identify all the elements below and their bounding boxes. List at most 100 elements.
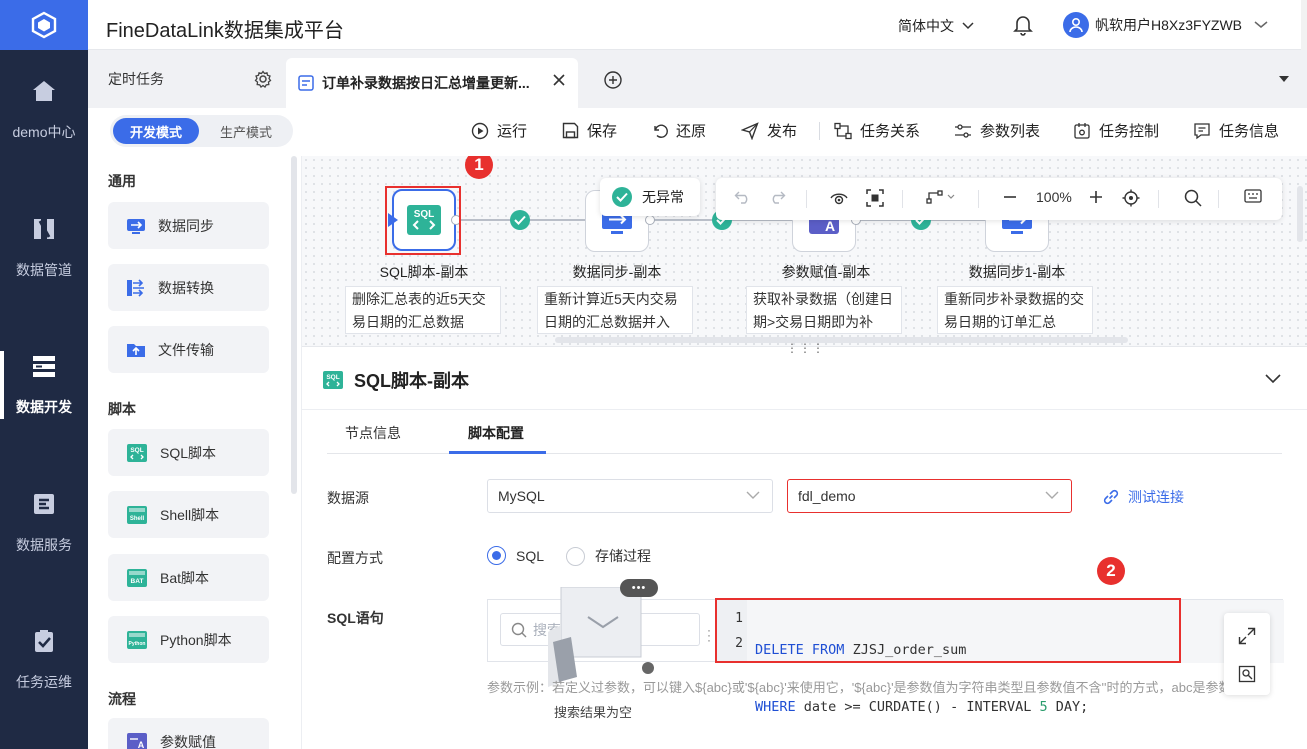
node-palette: 通用 数据同步 数据转换 文件传输 脚本 SQL SQL脚本 Shell She… — [88, 156, 302, 749]
nav-pipeline-label: 数据管道 — [16, 262, 72, 278]
task-info-button[interactable]: 任务信息 — [1193, 120, 1279, 141]
search-icon — [511, 622, 527, 637]
file-transfer-icon — [127, 343, 145, 357]
fit-view-icon[interactable] — [866, 189, 884, 207]
gear-icon[interactable] — [254, 70, 272, 91]
canvas-v-scrollbar[interactable] — [1297, 186, 1303, 242]
user-menu[interactable]: 帆软用户H8Xz3FYZWB — [1063, 12, 1268, 38]
nav-dev[interactable]: 数据开发 — [0, 335, 88, 435]
redo-icon[interactable] — [768, 189, 786, 205]
palette-item-file-transfer[interactable]: 文件传输 — [108, 326, 269, 373]
user-icon — [1069, 17, 1083, 33]
palette-item-shell-script[interactable]: Shell Shell脚本 — [108, 491, 269, 538]
zoom-out-icon[interactable] — [1002, 189, 1018, 205]
dev-mode-button[interactable]: 开发模式 — [113, 118, 199, 144]
palette-item-param-assign[interactable]: A 参数赋值 — [108, 718, 269, 749]
param-list-button[interactable]: 参数列表 — [954, 120, 1040, 141]
nav-demo[interactable]: demo中心 — [0, 60, 88, 160]
username: 帆软用户H8Xz3FYZWB — [1095, 17, 1243, 33]
tab-scheduled-label: 定时任务 — [108, 71, 164, 87]
resize-handle[interactable]: ⋮⋮⋮ — [786, 341, 825, 355]
undo-icon — [654, 124, 668, 138]
tab-script-config[interactable]: 脚本配置 — [468, 423, 524, 443]
link-icon — [1103, 489, 1119, 505]
tab-dropdown-icon[interactable] — [1279, 76, 1289, 82]
add-tab-icon[interactable] — [604, 71, 622, 94]
chevron-down-icon — [746, 491, 760, 499]
datasource-label: 数据源 — [327, 490, 369, 506]
node-label: 数据同步1-副本 — [968, 264, 1066, 280]
radio-sql[interactable]: SQL — [487, 546, 544, 565]
tab-scheduled[interactable]: 定时任务 — [88, 58, 286, 100]
task-control-button[interactable]: 任务控制 — [1073, 120, 1159, 141]
app-root: demo中心 数据管道 数据开发 数据服务 任务运维 FineDataLink数… — [0, 0, 1307, 749]
close-icon[interactable] — [552, 73, 566, 90]
test-connection-label: 测试连接 — [1128, 489, 1184, 505]
locate-icon[interactable] — [1122, 189, 1140, 207]
palette-scrollbar[interactable] — [291, 156, 297, 494]
panel-title: SQL SQL脚本-副本 — [322, 367, 469, 393]
mode-switch: 开发模式 生产模式 — [110, 115, 293, 147]
active-tab-indicator — [449, 451, 546, 454]
flow-canvas[interactable]: SQL 1 SQL脚本-副本 删除汇总表的近5天交易日期的汇总数据 数据同步-副… — [302, 156, 1307, 346]
db-type-select[interactable]: MySQL — [487, 479, 773, 513]
zoom-in-icon[interactable] — [1088, 189, 1104, 205]
save-button[interactable]: 保存 — [562, 120, 617, 141]
radio-dot — [566, 546, 585, 566]
task-relations-button[interactable]: 任务关系 — [834, 120, 920, 141]
language-switch[interactable]: 简体中文 — [898, 16, 974, 36]
palette-group-general: 通用 — [108, 173, 136, 189]
highlight-box-2 — [715, 598, 1181, 663]
canvas-h-scrollbar[interactable] — [555, 337, 1128, 343]
node-label: 数据同步-副本 — [572, 264, 662, 280]
palette-item-sql-script[interactable]: SQL SQL脚本 — [108, 429, 269, 476]
bat-script-icon: BAT — [127, 568, 147, 587]
run-button[interactable]: 运行 — [471, 120, 527, 141]
splitter-handle[interactable]: · · · — [707, 624, 711, 646]
tab-node-info[interactable]: 节点信息 — [345, 423, 401, 443]
node-label: SQL脚本-副本 — [379, 264, 469, 280]
publish-button[interactable]: 发布 — [741, 120, 797, 141]
palette-item-data-sync[interactable]: 数据同步 — [108, 202, 269, 249]
test-connection-button[interactable]: 测试连接 — [1102, 487, 1184, 507]
nav-pipeline[interactable]: 数据管道 — [0, 198, 88, 298]
layout-icon[interactable] — [926, 189, 956, 205]
palette-item-data-transform[interactable]: 数据转换 — [108, 264, 269, 311]
app-logo[interactable] — [0, 0, 88, 50]
undo-icon[interactable] — [734, 189, 752, 205]
svg-text:BAT: BAT — [131, 578, 144, 585]
more-options-icon[interactable]: ••• — [620, 579, 658, 597]
db-type-value: MySQL — [498, 488, 545, 504]
params-label: 参数列表 — [980, 123, 1041, 140]
node-description: 重新计算近5天内交易日期的汇总数据并入 — [537, 286, 693, 334]
control-divider — [978, 190, 979, 208]
notification-bell-icon[interactable] — [1013, 14, 1033, 41]
expand-icon[interactable] — [1238, 627, 1256, 650]
data-transform-icon — [127, 278, 144, 297]
success-check-icon — [612, 187, 632, 207]
publish-label: 发布 — [767, 123, 798, 140]
chevron-down-icon[interactable] — [1265, 371, 1281, 389]
svg-text:A: A — [825, 218, 835, 234]
nav-ops[interactable]: 任务运维 — [0, 610, 88, 710]
output-port[interactable] — [645, 215, 655, 225]
restore-button[interactable]: 还原 — [651, 120, 706, 141]
svg-text:SQL: SQL — [326, 374, 339, 381]
palette-item-bat-script[interactable]: BAT Bat脚本 — [108, 554, 269, 601]
window-scrollbar[interactable] — [1301, 0, 1307, 50]
palette-item-python-script[interactable]: Python Python脚本 — [108, 616, 269, 663]
db-name-select[interactable]: fdl_demo — [787, 479, 1072, 513]
prod-mode-button[interactable]: 生产模式 — [202, 118, 290, 144]
svg-text:Python: Python — [129, 641, 146, 647]
preview-icon[interactable] — [1238, 665, 1256, 688]
tab-active-task[interactable]: 订单补录数据按日汇总增量更新... — [286, 58, 578, 108]
palette-item-label: 文件传输 — [158, 341, 214, 358]
radio-stored-proc[interactable]: 存储过程 — [566, 546, 651, 566]
palette-item-label: SQL脚本 — [160, 444, 217, 461]
info-label: 任务信息 — [1219, 123, 1280, 140]
keyboard-icon[interactable] — [1244, 189, 1262, 203]
visibility-icon[interactable] — [830, 189, 848, 207]
nav-service[interactable]: 数据服务 — [0, 473, 88, 573]
relations-icon — [834, 122, 852, 139]
search-icon[interactable] — [1184, 189, 1202, 207]
